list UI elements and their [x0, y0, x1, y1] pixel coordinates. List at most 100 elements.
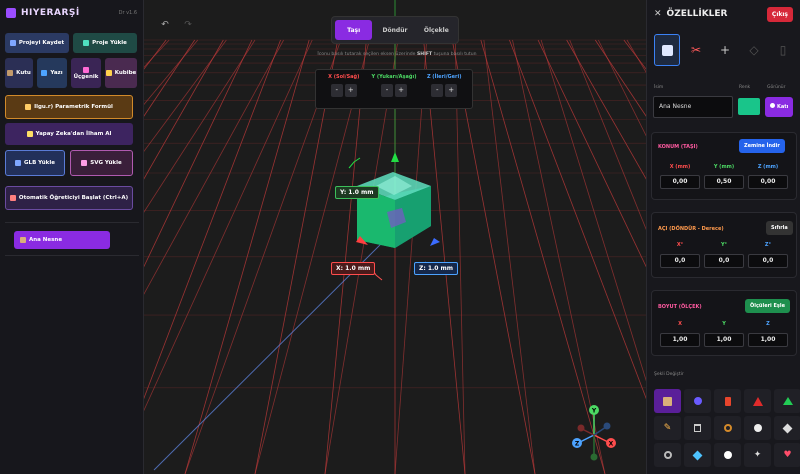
name-label: İsim	[654, 85, 664, 90]
orientation-gizmo[interactable]: Y X Z	[564, 400, 624, 470]
shape-diamond-button[interactable]	[774, 416, 800, 440]
pos-x-input[interactable]: 0,00	[660, 175, 700, 189]
pos-x-label: X (mm)	[669, 164, 691, 170]
shape-sphere-button[interactable]	[684, 389, 711, 413]
version-label: Dr v1.6	[118, 10, 137, 16]
properties-panel: ✕ ÖZELLİKLER Çıkış ✂ + ◇ ▯ İsim Renk Gör…	[646, 0, 800, 474]
triangle-icon	[83, 66, 89, 73]
circle-icon	[770, 103, 775, 108]
shape-capsule-button[interactable]	[744, 416, 771, 440]
pyramid-icon	[782, 397, 793, 405]
ring-icon	[663, 451, 672, 459]
shape-box-button[interactable]	[654, 389, 681, 413]
shape-pencil-button[interactable]: ✎	[654, 416, 681, 440]
hierarchy-header: HIYERARŞİ Dr v1.6	[0, 0, 143, 26]
tab-move[interactable]: Taşı	[335, 20, 373, 40]
rotation-section: AÇI (DÖNDÜR - Derece) Sıfırla X° Y° Z° 0…	[651, 212, 797, 278]
size-y-label: Y	[722, 321, 726, 327]
svg-text:X: X	[609, 441, 614, 448]
drop-to-ground-button[interactable]: Zemine İndir	[739, 139, 785, 153]
sparkle-icon	[26, 131, 33, 137]
hierarchy-panel: HIYERARŞİ Dr v1.6 Projeyi Kaydet Proje Y…	[0, 0, 144, 474]
add-box-button[interactable]: Kutu	[5, 58, 33, 88]
size-y-input[interactable]: 1,00	[704, 333, 744, 347]
tab-scale[interactable]: Ölçekle	[418, 20, 455, 40]
shape-pyramid-button[interactable]	[774, 389, 800, 413]
rot-y-input[interactable]: 0,0	[704, 254, 744, 268]
cube-icon	[661, 44, 673, 56]
undo-icon[interactable]: ↶	[159, 19, 171, 31]
pos-z-label: Z (mm)	[757, 164, 779, 170]
add-text-button[interactable]: Yazı	[37, 58, 67, 88]
reset-rotation-button[interactable]: Sıfırla	[766, 221, 793, 235]
box-icon	[7, 70, 14, 76]
select-tool-button[interactable]	[654, 34, 680, 66]
pos-z-input[interactable]: 0,00	[748, 175, 788, 189]
shape-ball-button[interactable]	[714, 443, 741, 467]
color-swatch[interactable]	[738, 98, 760, 115]
graduation-icon	[9, 195, 16, 201]
add-triangle-button[interactable]: Üçgenik	[71, 58, 101, 88]
scissors-icon: ✂	[690, 43, 702, 57]
exit-button[interactable]: Çıkış	[766, 6, 793, 22]
cube-grid-icon	[105, 70, 112, 76]
x-plus-button[interactable]: +	[344, 84, 357, 97]
shape-star-button[interactable]: ✦	[744, 443, 771, 467]
tree-item[interactable]: Ana Nesne	[14, 231, 110, 249]
ai-inspire-button[interactable]: Yapay Zeka'dan İlham Al	[5, 123, 133, 145]
match-size-button[interactable]: Ölçüleri Eşle	[745, 299, 791, 313]
eraser-tool-button[interactable]: ◇	[741, 34, 767, 66]
z-minus-button[interactable]: -	[431, 84, 444, 97]
delete-tool-button[interactable]: ▯	[770, 34, 796, 66]
parametric-formula-button[interactable]: Ilgu.r) Parametrik Formül	[5, 95, 133, 119]
save-project-button[interactable]: Projeyi Kaydet	[5, 33, 69, 53]
box-icon	[663, 396, 672, 406]
load-svg-button[interactable]: SVG Yükle	[70, 150, 133, 176]
shape-torus-button[interactable]	[714, 416, 741, 440]
axis-nudge-panel: X (Sol/Sağ) - + Y (Yukarı/Aşağı) - + Z (İl…	[315, 69, 473, 109]
rot-z-input[interactable]: 0,0	[748, 254, 788, 268]
axis-x-label: X (Sol/Sağ)	[328, 74, 360, 80]
eraser-icon: ◇	[749, 43, 759, 57]
rot-x-input[interactable]: 0,0	[660, 254, 700, 268]
shape-cylinder-button[interactable]	[714, 389, 741, 413]
shape-heart-button[interactable]: ♥	[774, 443, 800, 467]
size-x-label: X	[678, 321, 682, 327]
ball-icon	[723, 451, 732, 459]
shape-bin-button[interactable]	[684, 416, 711, 440]
redo-icon[interactable]: ↷	[182, 19, 194, 31]
rotation-title: AÇI (DÖNDÜR - Derece)	[658, 226, 724, 232]
y-minus-button[interactable]: -	[381, 84, 393, 97]
pencil-icon: ✎	[663, 423, 672, 433]
z-plus-button[interactable]: +	[445, 84, 458, 97]
trash-icon: ▯	[779, 43, 787, 57]
tab-rotate[interactable]: Döndür	[376, 20, 413, 40]
auto-tutorial-button[interactable]: Otomatik Öğreticiyi Başlat (Ctrl+A)	[5, 186, 133, 210]
y-plus-button[interactable]: +	[395, 84, 407, 97]
add-tool-button[interactable]: +	[712, 34, 738, 66]
3d-viewport[interactable]: ↶ ↷ Taşı Döndür Ölçekle İconu basılı tut…	[144, 0, 646, 474]
shape-cone-button[interactable]	[744, 389, 771, 413]
shape-gem-button[interactable]	[684, 443, 711, 467]
transform-mode-bar: Taşı Döndür Ölçekle	[331, 16, 459, 44]
solid-toggle-button[interactable]: Katı	[765, 97, 794, 117]
size-x-input[interactable]: 1,00	[660, 333, 700, 347]
capsule-icon	[753, 424, 762, 432]
torus-icon	[723, 424, 732, 432]
tools-icon: ✕	[654, 9, 662, 19]
pos-y-label: Y (mm)	[713, 164, 735, 170]
add-rubik-button[interactable]: Kubibe	[105, 58, 137, 88]
x-minus-button[interactable]: -	[330, 84, 343, 97]
load-project-button[interactable]: Proje Yükle	[73, 33, 137, 53]
size-z-input[interactable]: 1,00	[748, 333, 788, 347]
shape-ring-button[interactable]	[654, 443, 681, 467]
position-title: KONUM (TAŞI)	[658, 144, 698, 150]
name-input[interactable]: Ana Nesne	[653, 96, 733, 118]
vector-icon	[81, 160, 88, 166]
pos-y-input[interactable]: 0,50	[704, 175, 744, 189]
heart-icon: ♥	[783, 450, 792, 460]
cone-icon	[752, 396, 763, 406]
load-glb-button[interactable]: GLB Yükle	[5, 150, 65, 176]
change-shape-label: Şekli Değiştir	[654, 372, 684, 377]
cut-tool-button[interactable]: ✂	[683, 34, 709, 66]
